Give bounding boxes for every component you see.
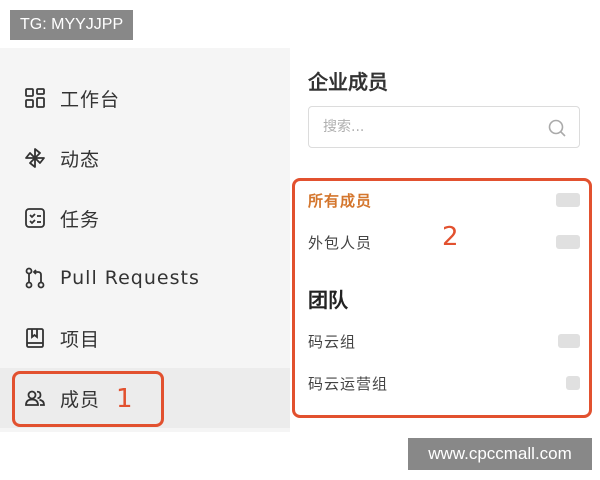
task-list-icon bbox=[24, 207, 46, 229]
annotation-marker-1: 1 bbox=[116, 384, 133, 414]
watermark-bottom-right: www.cpccmall.com bbox=[408, 438, 592, 470]
search-box bbox=[308, 106, 580, 148]
sidebar-item-label: 项目 bbox=[60, 328, 101, 351]
sidebar-item-label: 任务 bbox=[60, 208, 101, 231]
sidebar-item-tasks[interactable]: 任务 bbox=[0, 188, 290, 248]
sidebar-item-label: 动态 bbox=[60, 148, 101, 171]
pull-request-icon bbox=[24, 267, 46, 289]
search-input[interactable] bbox=[323, 107, 543, 147]
sidebar-item-activity[interactable]: 动态 bbox=[0, 128, 290, 188]
highlight-box-member-list bbox=[292, 178, 592, 418]
sidebar-item-dashboard[interactable]: 工作台 bbox=[0, 68, 290, 128]
sidebar-item-projects[interactable]: 项目 bbox=[0, 308, 290, 368]
search-icon[interactable] bbox=[547, 118, 567, 138]
sidebar-item-pull-requests[interactable]: Pull Requests bbox=[0, 248, 290, 308]
pinwheel-icon bbox=[24, 147, 46, 169]
sidebar-item-label: Pull Requests bbox=[60, 267, 200, 289]
watermark-top-left: TG: MYYJJPP bbox=[10, 10, 134, 40]
page-title: 企业成员 bbox=[308, 70, 388, 94]
annotation-marker-2: 2 bbox=[442, 222, 459, 252]
book-icon bbox=[24, 327, 46, 349]
highlight-box-members bbox=[12, 371, 164, 427]
dashboard-icon bbox=[24, 87, 46, 109]
sidebar-item-label: 工作台 bbox=[60, 88, 121, 111]
